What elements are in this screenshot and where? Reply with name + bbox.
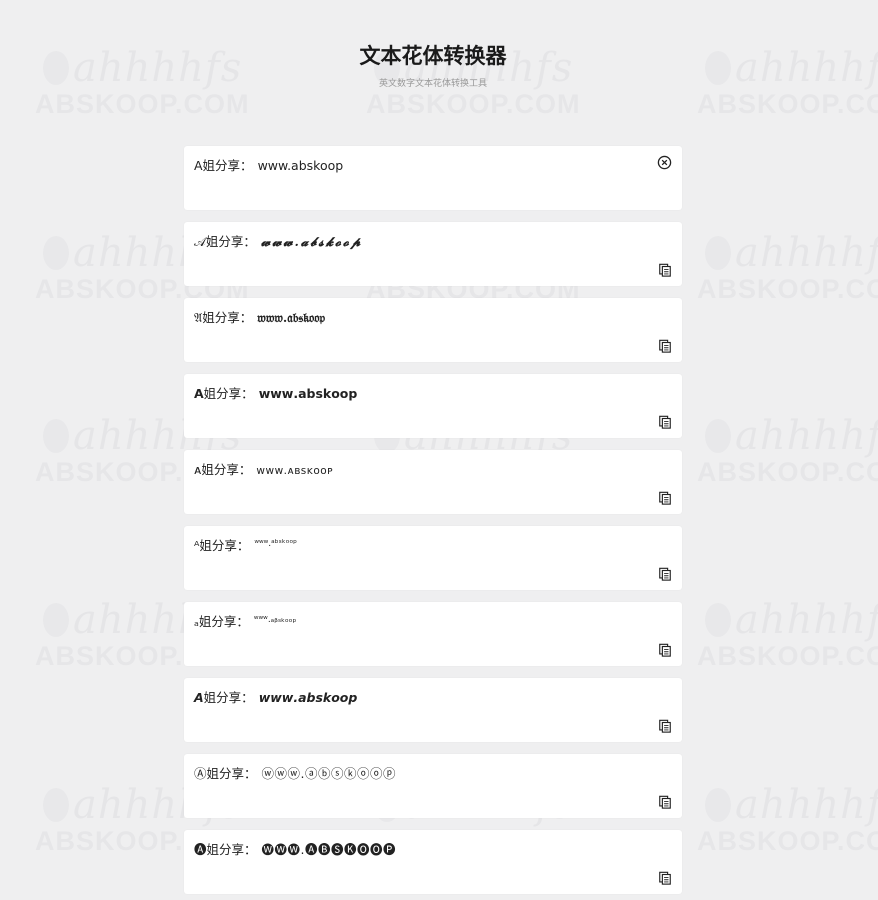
- watermark-tile: ahhhhfsABSKOOP.COM: [697, 413, 878, 493]
- watermark-domain: ABSKOOP.COM: [697, 89, 878, 119]
- result-value: ⓦⓦⓦ.ⓐⓑⓢⓚⓞⓞⓟ: [261, 766, 396, 781]
- mascot-icon: [43, 236, 69, 270]
- mascot-icon: [705, 419, 731, 453]
- circle-x-icon: [657, 155, 672, 170]
- result-text: Ⓐ姐分享： ⓦⓦⓦ.ⓐⓑⓢⓚⓞⓞⓟ: [194, 763, 396, 782]
- result-text: ₐ姐分享： ʷʷʷ.ₐᵦₛₖₒₒₚ: [194, 611, 296, 630]
- result-card[interactable]: 𝘼姐分享： 𝙬𝙬𝙬.𝙖𝙗𝙨𝙠𝙤𝙤𝙥: [184, 678, 682, 742]
- result-card[interactable]: 𝒜姐分享： 𝔀𝔀𝔀.𝓪𝓫𝓼𝓴𝓸𝓸𝓹: [184, 222, 682, 286]
- result-prefix: 𝘼姐分享：: [194, 690, 254, 705]
- watermark-domain: ABSKOOP.COM: [366, 89, 581, 119]
- result-card[interactable]: 🅐姐分享： 🅦🅦🅦.🅐🅑🅢🅚🅞🅞🅟: [184, 830, 682, 894]
- copy-icon: [658, 795, 671, 809]
- copy-button[interactable]: [657, 566, 672, 581]
- mascot-icon: [43, 603, 69, 637]
- result-prefix: ᴀ姐分享：: [194, 462, 252, 477]
- mascot-icon: [43, 788, 69, 822]
- result-card[interactable]: 𝔄姐分享： 𝔴𝔴𝔴.𝔞𝔟𝔰𝔨𝔬𝔬𝔭: [184, 298, 682, 362]
- result-value: 𝔀𝔀𝔀.𝓪𝓫𝓼𝓴𝓸𝓸𝓹: [260, 234, 363, 249]
- result-prefix: Ⓐ姐分享：: [194, 766, 257, 781]
- result-card[interactable]: ᴬ姐分享： ʷʷʷ.ᵃᵇˢᵏᵒᵒᵖ: [184, 526, 682, 590]
- copy-icon: [658, 263, 671, 277]
- result-prefix: 𝔄姐分享：: [194, 310, 253, 325]
- copy-button[interactable]: [657, 414, 672, 429]
- watermark-tile: ahhhhfsABSKOOP.COM: [697, 782, 878, 862]
- watermark-domain: ABSKOOP.COM: [697, 826, 878, 856]
- result-value: 🅦🅦🅦.🅐🅑🅢🅚🅞🅞🅟: [261, 842, 396, 857]
- result-prefix: ₐ姐分享：: [194, 614, 249, 629]
- watermark-tile: ahhhhfsABSKOOP.COM: [697, 230, 878, 310]
- page-title: 文本花体转换器: [359, 44, 507, 68]
- clear-button[interactable]: [657, 155, 672, 170]
- result-card[interactable]: ₐ姐分享： ʷʷʷ.ₐᵦₛₖₒₒₚ: [184, 602, 682, 666]
- result-prefix: 𝒜姐分享：: [194, 234, 256, 249]
- mascot-icon: [43, 419, 69, 453]
- watermark-domain: ABSKOOP.COM: [35, 89, 250, 119]
- copy-button[interactable]: [657, 490, 672, 505]
- watermark-logo: ahhhhfs: [705, 782, 878, 828]
- result-text: 🅐姐分享： 🅦🅦🅦.🅐🅑🅢🅚🅞🅞🅟: [194, 839, 396, 858]
- result-text: 𝗔姐分享： 𝘄𝘄𝘄.𝗮𝗯𝘀𝗸𝗼𝗼𝗽: [194, 383, 357, 402]
- result-value: ᴡᴡᴡ.ᴀʙsᴋᴏᴏᴘ: [256, 465, 334, 477]
- watermark-logo: ahhhhfs: [705, 597, 878, 643]
- page-subtitle: 英文数字文本花体转换工具: [378, 79, 487, 89]
- result-text: 𝒜姐分享： 𝔀𝔀𝔀.𝓪𝓫𝓼𝓴𝓸𝓸𝓹: [194, 231, 362, 250]
- mascot-icon: [705, 603, 731, 637]
- mascot-icon: [705, 236, 731, 270]
- copy-icon: [658, 415, 671, 429]
- copy-button[interactable]: [657, 338, 672, 353]
- result-prefix: 𝗔姐分享：: [194, 386, 254, 401]
- result-text: ᴬ姐分享： ʷʷʷ.ᵃᵇˢᵏᵒᵒᵖ: [194, 535, 297, 554]
- result-card[interactable]: 𝗔姐分享： 𝘄𝘄𝘄.𝗮𝗯𝘀𝗸𝗼𝗼𝗽: [184, 374, 682, 438]
- watermark-tile: ahhhhfsABSKOOP.COM: [697, 597, 878, 677]
- copy-icon: [658, 339, 671, 353]
- result-value: 𝔴𝔴𝔴.𝔞𝔟𝔰𝔨𝔬𝔬𝔭: [257, 310, 326, 325]
- result-value: ʷʷʷ.ₐᵦₛₖₒₒₚ: [253, 615, 297, 625]
- input-prefix: A姐分享：: [194, 158, 253, 173]
- result-card[interactable]: ᴀ姐分享： ᴡᴡᴡ.ᴀʙsᴋᴏᴏᴘ: [184, 450, 682, 514]
- input-card[interactable]: A姐分享： www.abskoop: [184, 146, 682, 210]
- watermark-domain: ABSKOOP.COM: [697, 641, 878, 671]
- mascot-icon: [705, 788, 731, 822]
- result-value: 𝘄𝘄𝘄.𝗮𝗯𝘀𝗸𝗼𝗼𝗽: [258, 386, 358, 401]
- copy-button[interactable]: [657, 262, 672, 277]
- watermark-domain: ABSKOOP.COM: [697, 457, 878, 487]
- copy-icon: [658, 567, 671, 581]
- result-text: ᴀ姐分享： ᴡᴡᴡ.ᴀʙsᴋᴏᴏᴘ: [194, 459, 333, 478]
- result-text: 𝔄姐分享： 𝔴𝔴𝔴.𝔞𝔟𝔰𝔨𝔬𝔬𝔭: [194, 307, 325, 326]
- result-value: 𝙬𝙬𝙬.𝙖𝙗𝙨𝙠𝙤𝙤𝙥: [258, 690, 358, 705]
- result-prefix: ᴬ姐分享：: [194, 538, 250, 553]
- copy-button[interactable]: [657, 794, 672, 809]
- copy-button[interactable]: [657, 870, 672, 885]
- copy-button[interactable]: [657, 718, 672, 733]
- watermark-logo: ahhhhfs: [705, 413, 878, 459]
- watermark-logo: ahhhhfs: [705, 230, 878, 276]
- copy-button[interactable]: [657, 642, 672, 657]
- copy-icon: [658, 491, 671, 505]
- result-card[interactable]: Ⓐ姐分享： ⓦⓦⓦ.ⓐⓑⓢⓚⓞⓞⓟ: [184, 754, 682, 818]
- copy-icon: [658, 719, 671, 733]
- result-value: ʷʷʷ.ᵃᵇˢᵏᵒᵒᵖ: [254, 539, 298, 549]
- watermark-domain: ABSKOOP.COM: [697, 274, 878, 304]
- copy-icon: [658, 643, 671, 657]
- input-value[interactable]: www.abskoop: [258, 158, 344, 173]
- result-prefix: 🅐姐分享：: [194, 842, 257, 857]
- input-text[interactable]: A姐分享： www.abskoop: [194, 155, 343, 174]
- result-text: 𝘼姐分享： 𝙬𝙬𝙬.𝙖𝙗𝙨𝙠𝙤𝙤𝙥: [194, 687, 357, 706]
- copy-icon: [658, 871, 671, 885]
